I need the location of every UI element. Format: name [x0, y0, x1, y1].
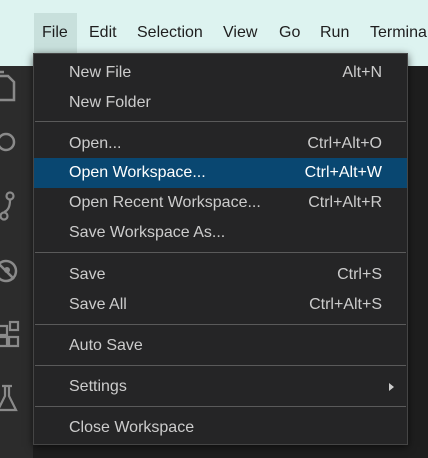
menu-item-new-file[interactable]: New File Alt+N	[34, 58, 407, 88]
extensions-icon[interactable]	[0, 314, 33, 354]
menu-selection[interactable]: Selection	[129, 13, 211, 53]
menu-item-label: Save	[69, 266, 106, 283]
menu-item-shortcut: Ctrl+Alt+W	[304, 164, 382, 181]
menu-item-label: Settings	[69, 378, 127, 395]
menu-file[interactable]: File	[34, 13, 77, 53]
source-control-icon[interactable]	[0, 186, 33, 226]
menu-go[interactable]: Go	[271, 13, 308, 53]
menu-item-shortcut: Ctrl+Alt+R	[308, 194, 382, 211]
menu-view[interactable]: View	[215, 13, 265, 53]
menu-item-open-recent-workspace[interactable]: Open Recent Workspace... Ctrl+Alt+R	[34, 188, 407, 218]
file-menu-dropdown: New File Alt+N New Folder Open... Ctrl+A…	[33, 53, 408, 445]
menu-separator	[35, 121, 406, 122]
menu-item-settings[interactable]: Settings	[34, 372, 407, 402]
menu-item-label: Open Recent Workspace...	[69, 194, 261, 211]
search-icon[interactable]	[0, 122, 33, 162]
menu-item-label: Save All	[69, 296, 127, 313]
files-icon[interactable]	[0, 68, 33, 108]
menu-item-save[interactable]: Save Ctrl+S	[34, 260, 407, 290]
testing-icon[interactable]	[0, 378, 33, 418]
menu-separator	[35, 365, 406, 366]
submenu-arrow-icon	[389, 383, 394, 391]
menu-bar: File Edit Selection View Go Run Termina	[0, 13, 428, 53]
menu-item-shortcut: Alt+N	[342, 64, 382, 81]
menu-item-shortcut: Ctrl+Alt+S	[309, 296, 382, 313]
menu-edit[interactable]: Edit	[81, 13, 125, 53]
menu-item-open-workspace[interactable]: Open Workspace... Ctrl+Alt+W	[34, 158, 407, 188]
menu-item-label: Auto Save	[69, 337, 143, 354]
menu-terminal[interactable]: Termina	[362, 13, 428, 53]
debug-icon[interactable]	[0, 251, 33, 291]
menu-run[interactable]: Run	[312, 13, 357, 53]
menu-item-open[interactable]: Open... Ctrl+Alt+O	[34, 129, 407, 159]
menu-item-shortcut: Ctrl+S	[337, 266, 382, 283]
menu-item-auto-save[interactable]: Auto Save	[34, 331, 407, 361]
menu-item-label: Open Workspace...	[69, 164, 206, 181]
menu-separator	[35, 406, 406, 407]
menu-item-save-workspace-as[interactable]: Save Workspace As...	[34, 218, 407, 248]
menu-item-shortcut: Ctrl+Alt+O	[307, 135, 382, 152]
menu-item-new-folder[interactable]: New Folder	[34, 88, 407, 118]
menu-item-label: New File	[69, 64, 132, 81]
menu-item-label: Open...	[69, 135, 122, 152]
menu-item-close-workspace[interactable]: Close Workspace	[34, 413, 407, 443]
menu-item-save-all[interactable]: Save All Ctrl+Alt+S	[34, 290, 407, 320]
activity-bar	[0, 66, 33, 458]
menu-item-label: New Folder	[69, 94, 151, 111]
menu-item-label: Close Workspace	[69, 419, 195, 436]
menu-separator	[35, 324, 406, 325]
menu-separator	[35, 252, 406, 253]
menu-item-label: Save Workspace As...	[69, 224, 226, 241]
